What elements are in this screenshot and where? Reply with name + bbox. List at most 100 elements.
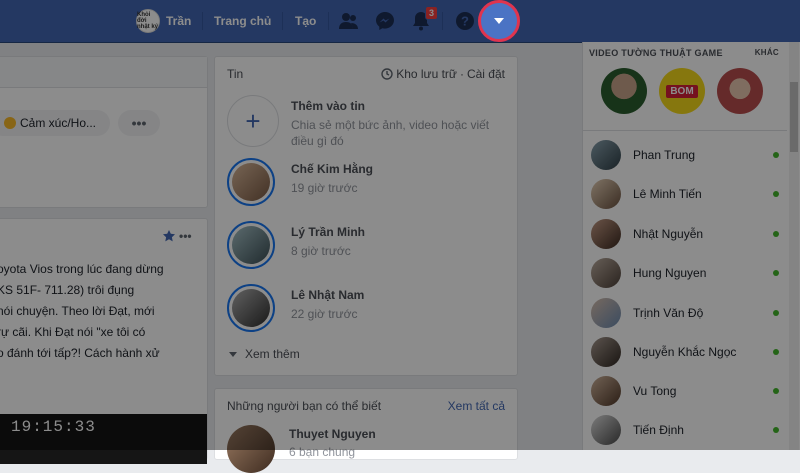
game-video-title: VIDEO TƯỜNG THUẬT GAME [589,48,723,58]
contact-name: Nguyễn Khắc Ngọc [633,345,737,359]
contact-item[interactable]: Lê Minh Tiến [591,177,779,211]
profile-name: Trần [166,14,192,28]
contact-item[interactable]: Tiến Định [591,413,779,447]
suggested-friend-avatar[interactable] [227,425,275,473]
star-icon[interactable] [163,230,175,242]
clock-icon [381,68,393,80]
story-item[interactable]: Lý Trần Minh 8 giờ trước [227,221,507,273]
contact-avatar [591,415,621,445]
bom-logo-text: BOM [666,84,698,98]
separator [442,12,443,30]
game-video-avatar[interactable] [601,68,647,114]
create-link[interactable]: Tạo [295,0,316,42]
story-time: 19 giờ trước [291,181,358,195]
online-status-icon [773,231,779,237]
game-video-avatar[interactable] [717,68,763,114]
see-more-stories-button[interactable]: Xem thêm [229,347,300,361]
contact-avatar [591,140,621,170]
chevron-down-icon [494,18,504,24]
account-menu-button[interactable] [478,0,520,42]
suggested-friend-name[interactable]: Thuyet Nguyen [289,427,376,441]
contact-name: Tiến Định [633,423,684,437]
story-name: Lê Nhật Nam [291,288,365,302]
story-name: Chế Kim Hằng [291,162,374,176]
contact-name: Lê Minh Tiến [633,187,702,201]
story-item[interactable]: Lê Nhật Nam 22 giờ trước [227,284,507,336]
feeling-activity-button[interactable]: Cảm xúc/Ho... [0,110,110,136]
online-status-icon [773,152,779,158]
messenger-icon[interactable] [374,10,396,32]
video-timestamp: 19:15:33 [11,418,96,436]
add-story-subtitle: Chia sẻ một bức ảnh, video hoặc viết điề… [291,118,490,148]
separator [328,12,329,30]
add-to-story-item[interactable]: + Thêm vào tin Chia sẻ một bức ảnh, vide… [227,95,507,148]
story-avatar [227,284,275,332]
contact-avatar [591,337,621,367]
feeling-smiley-icon [4,117,16,129]
game-video-logo[interactable]: BOM [659,68,705,114]
contact-name: Nhật Nguyễn [633,227,704,241]
friend-requests-icon[interactable] [338,10,360,32]
online-status-icon [773,310,779,316]
online-status-icon [773,191,779,197]
divider [583,130,787,131]
contact-avatar [591,258,621,288]
top-navigation-bar: Khỏi đời nhật ký Trần Trang chủ Tạo 3 ? [0,0,800,43]
see-all-link[interactable]: Xem tất cả [448,399,505,413]
contact-item[interactable]: Nhật Nguyễn [591,217,779,251]
contact-avatar [591,376,621,406]
online-status-icon [773,349,779,355]
settings-link[interactable]: Cài đặt [467,67,505,81]
feeling-label: Cảm xúc/Ho... [20,116,97,130]
story-time: 22 giờ trước [291,307,358,321]
notifications-icon[interactable]: 3 [410,6,438,32]
composer-header [0,57,207,88]
separator-dot: · [459,67,464,81]
separator [202,12,203,30]
home-link[interactable]: Trang chủ [214,0,271,42]
post-menu-button[interactable]: ••• [179,229,192,243]
contact-item[interactable]: Hung Nguyen [591,256,779,290]
separator [282,12,283,30]
profile-link[interactable]: Khỏi đời nhật ký Trần [136,0,191,42]
contact-item[interactable]: Vu Tong [591,374,779,408]
contact-name: Trịnh Văn Độ [633,306,704,320]
online-status-icon [773,270,779,276]
contact-name: Phan Trung [633,148,696,162]
story-name: Lý Trần Minh [291,225,366,239]
see-more-label: Xem thêm [245,347,300,361]
right-sidebar: VIDEO TƯỜNG THUẬT GAME KHÁC BOM Phan Tru… [582,42,800,450]
notification-count-badge: 3 [424,6,438,20]
svg-text:?: ? [461,14,469,29]
pymk-title: Những người bạn có thể biết [227,399,382,413]
plus-icon: + [227,95,279,147]
post-text: oyota Vios trong lúc đang dừng KS 51F- 7… [0,262,164,360]
news-feed-post: ••• oyota Vios trong lúc đang dừng KS 51… [0,218,208,464]
stories-panel: Tin Kho lưu trữ · Cài đặt + Thêm vào tin… [214,56,518,376]
online-status-icon [773,388,779,394]
contact-item[interactable]: Phan Trung [591,138,779,172]
composer-more-button[interactable]: ••• [118,110,160,136]
add-story-title: Thêm vào tin [291,99,366,113]
online-status-icon [773,427,779,433]
story-time: 8 giờ trước [291,244,351,258]
chevron-down-icon [229,351,237,357]
contact-avatar [591,219,621,249]
scrollbar-thumb[interactable] [790,82,798,152]
story-item[interactable]: Chế Kim Hằng 19 giờ trước [227,158,507,210]
contact-item[interactable]: Trịnh Văn Độ [591,296,779,330]
contact-avatar [591,298,621,328]
mutual-friends-count: 6 bạn chung [289,445,356,459]
game-video-more-link[interactable]: KHÁC [755,48,779,58]
story-avatar [227,158,275,206]
stories-title: Tin [227,67,244,81]
contact-name: Hung Nguyen [633,266,707,280]
stories-header: Tin Kho lưu trữ · Cài đặt [227,67,505,81]
post-video[interactable]: 19:15:33 [0,414,207,464]
game-video-header: VIDEO TƯỜNG THUẬT GAME KHÁC [589,48,779,58]
archive-link[interactable]: Kho lưu trữ [396,67,457,81]
profile-avatar: Khỏi đời nhật ký [136,9,160,33]
help-icon[interactable]: ? [454,10,476,32]
contact-item[interactable]: Nguyễn Khắc Ngọc [591,335,779,369]
contact-name: Vu Tong [633,384,677,398]
